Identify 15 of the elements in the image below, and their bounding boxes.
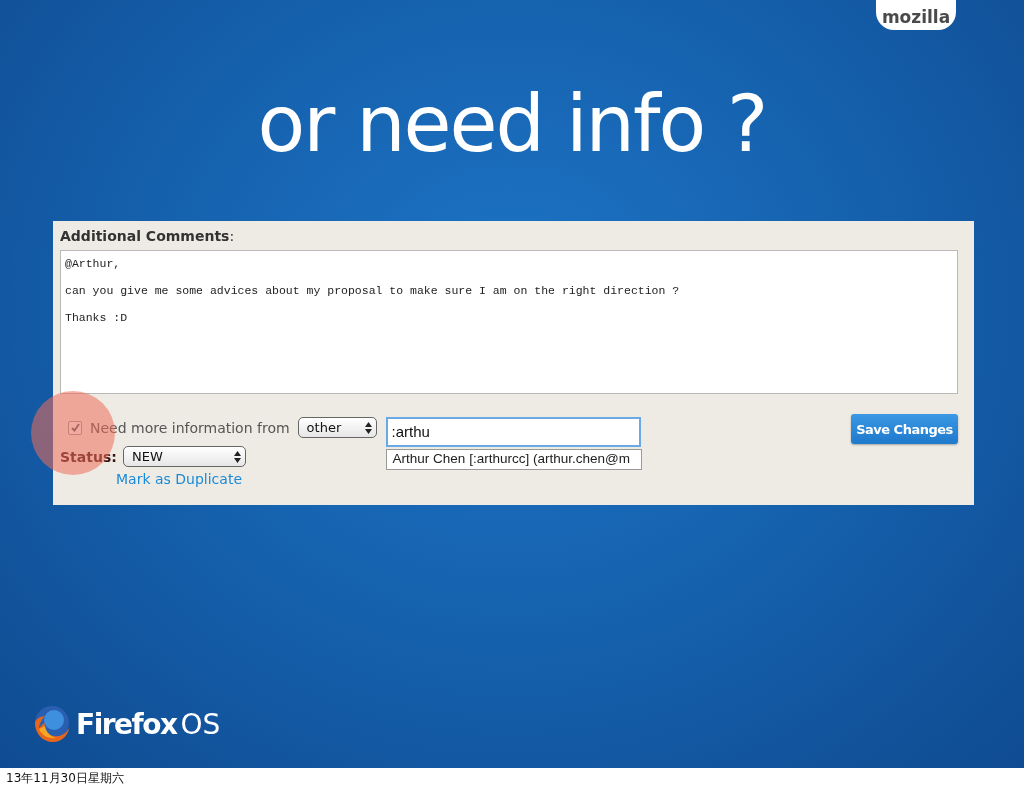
save-changes-button[interactable]: Save Changes	[851, 414, 958, 444]
footer-date: 13年11月30日星期六	[6, 769, 124, 787]
logo-wordmark: Firefox	[76, 707, 177, 741]
needinfo-checkbox[interactable]	[68, 420, 82, 435]
comments-label: Additional Comments:	[60, 227, 236, 246]
logo-suffix: OS	[180, 707, 221, 741]
updown-arrow-icon	[364, 421, 372, 434]
comment-field[interactable]: @Arthur, can you give me some advices about my proposal to make sure I am on the right direction ? Thanks :D	[60, 250, 958, 394]
needinfo-label: Need more information from	[90, 419, 290, 436]
role-select[interactable]: other	[297, 417, 377, 438]
updown-arrow-icon	[234, 450, 241, 463]
slide-title: or need info ?	[257, 78, 767, 171]
status-select[interactable]: NEW	[123, 446, 246, 467]
suggestion-item[interactable]: Arthur Chen [:arthurcc] (arthur.chen@m	[385, 449, 642, 470]
user-input-field[interactable]: :arthu	[385, 417, 641, 447]
